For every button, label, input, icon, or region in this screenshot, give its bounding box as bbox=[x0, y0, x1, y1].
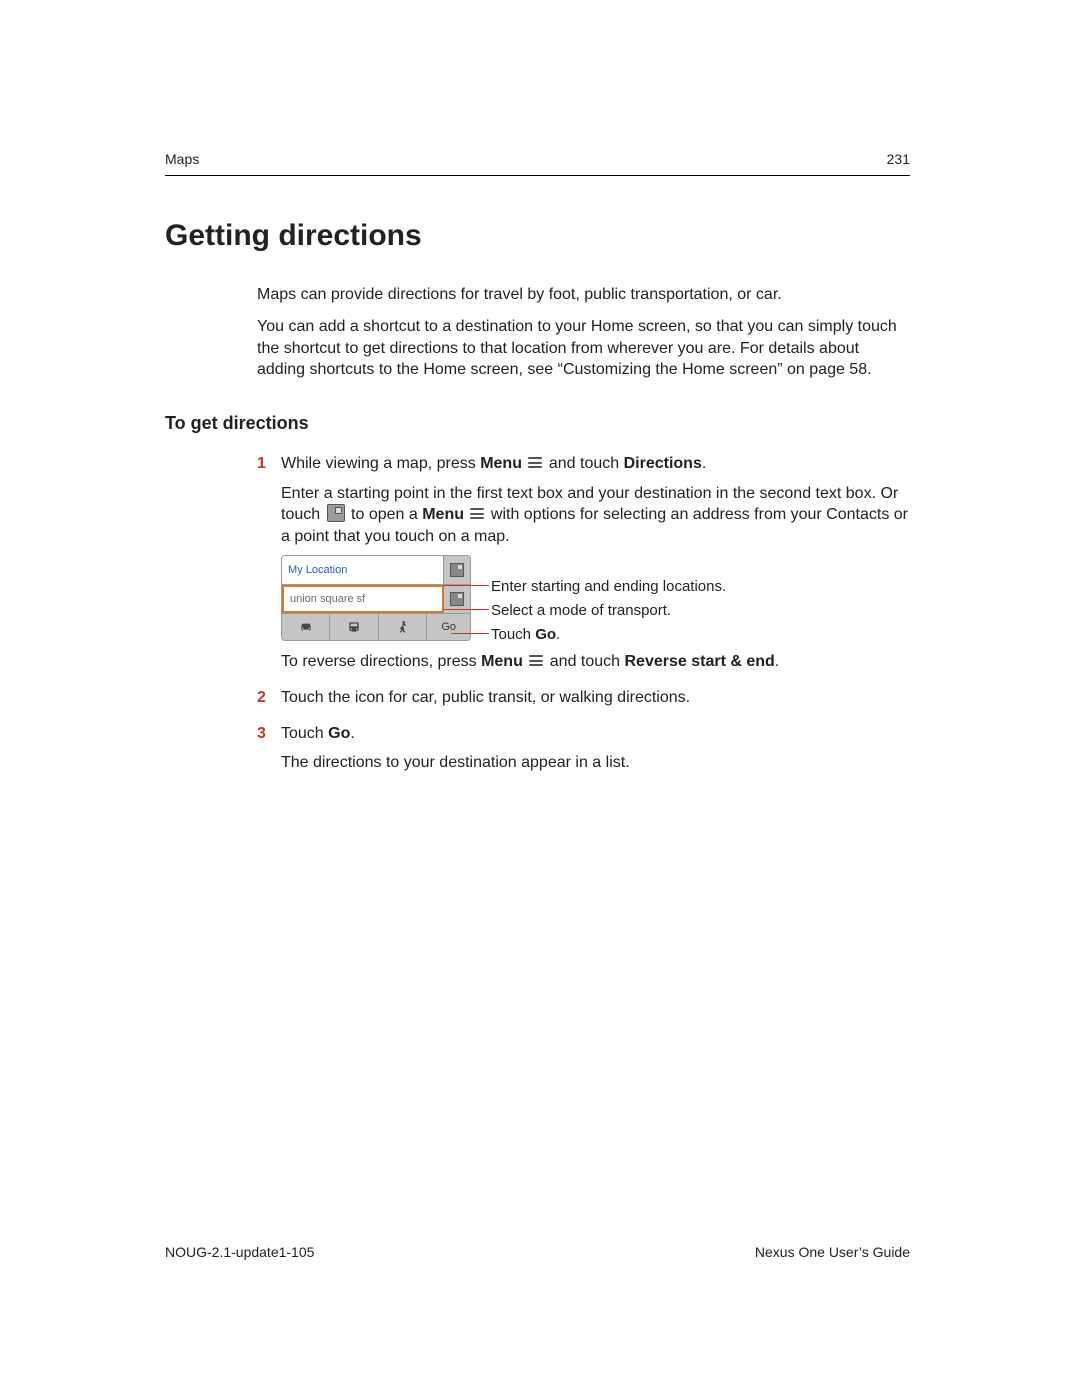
section-subtitle: To get directions bbox=[165, 411, 910, 435]
step-text: Touch the icon for car, public transit, … bbox=[281, 687, 910, 709]
text-run: While viewing a map, press bbox=[281, 455, 480, 472]
page-footer: NOUG-2.1-update1-105 Nexus One User’s Gu… bbox=[165, 1243, 910, 1262]
step-text: To reverse directions, press Menu and to… bbox=[281, 651, 910, 673]
callout-text: Enter starting and ending locations. bbox=[491, 577, 726, 597]
text-run: . bbox=[702, 455, 706, 472]
text-run: and touch bbox=[549, 455, 624, 472]
bold-run: Go bbox=[328, 725, 350, 742]
pick-start-button bbox=[444, 556, 470, 584]
walk-mode-button bbox=[379, 614, 427, 640]
end-location-row: union square sf bbox=[282, 585, 470, 614]
callout-line bbox=[443, 585, 489, 586]
start-location-row: My Location bbox=[282, 556, 470, 585]
contacts-icon bbox=[450, 563, 464, 577]
callout-text: Touch Go. bbox=[491, 625, 560, 645]
start-location-field: My Location bbox=[282, 556, 444, 584]
step-text: The directions to your destination appea… bbox=[281, 752, 910, 774]
callout-line bbox=[443, 609, 489, 610]
text-run: . bbox=[350, 725, 354, 742]
step-text: Touch Go. bbox=[281, 723, 910, 745]
step-item: 3 Touch Go. The directions to your desti… bbox=[257, 723, 910, 782]
footer-doc-id: NOUG-2.1-update1-105 bbox=[165, 1243, 314, 1262]
menu-icon bbox=[528, 457, 542, 469]
bold-run: Menu bbox=[422, 506, 464, 523]
steps-list: 1 While viewing a map, press Menu and to… bbox=[257, 453, 910, 782]
step-item: 2 Touch the icon for car, public transit… bbox=[257, 687, 910, 717]
text-run: and touch bbox=[550, 653, 625, 670]
step-text: Enter a starting point in the first text… bbox=[281, 483, 910, 548]
intro-paragraph: Maps can provide directions for travel b… bbox=[257, 284, 910, 306]
bold-run: Go bbox=[535, 626, 556, 643]
contacts-icon bbox=[327, 504, 345, 522]
page-title: Getting directions bbox=[165, 216, 910, 257]
running-header-section: Maps bbox=[165, 150, 199, 169]
go-button: Go bbox=[427, 614, 470, 640]
intro-paragraph: You can add a shortcut to a destination … bbox=[257, 316, 910, 381]
footer-doc-title: Nexus One User’s Guide bbox=[755, 1243, 910, 1262]
callout-line bbox=[451, 633, 489, 634]
bold-run: Reverse start & end bbox=[625, 653, 775, 670]
step-item: 1 While viewing a map, press Menu and to… bbox=[257, 453, 910, 681]
step-body: Touch Go. The directions to your destina… bbox=[281, 723, 910, 782]
car-mode-button bbox=[282, 614, 330, 640]
callout-text: Select a mode of transport. bbox=[491, 601, 671, 621]
step-body: Touch the icon for car, public transit, … bbox=[281, 687, 910, 717]
step-body: While viewing a map, press Menu and touc… bbox=[281, 453, 910, 681]
step-number: 2 bbox=[257, 687, 281, 717]
transit-mode-button bbox=[330, 614, 378, 640]
text-run: . bbox=[556, 626, 560, 643]
text-run: to open a bbox=[347, 506, 423, 523]
transport-mode-row: Go bbox=[282, 614, 470, 640]
walk-icon bbox=[395, 619, 411, 635]
text-run: Touch bbox=[491, 626, 535, 643]
car-icon bbox=[298, 619, 314, 635]
bold-run: Menu bbox=[480, 455, 522, 472]
step-number: 1 bbox=[257, 453, 281, 681]
text-run: . bbox=[775, 653, 779, 670]
menu-icon bbox=[529, 655, 543, 667]
directions-panel-screenshot: My Location union square sf bbox=[281, 555, 471, 641]
bold-run: Menu bbox=[481, 653, 523, 670]
contacts-icon bbox=[450, 592, 464, 606]
bus-icon bbox=[346, 619, 362, 635]
running-header-page-number: 231 bbox=[887, 150, 910, 169]
document-page: Maps 231 Getting directions Maps can pro… bbox=[0, 0, 1080, 1397]
bold-run: Directions bbox=[624, 455, 702, 472]
step-number: 3 bbox=[257, 723, 281, 782]
end-location-field: union square sf bbox=[282, 585, 444, 613]
figure: My Location union square sf bbox=[281, 555, 910, 641]
text-run: Touch bbox=[281, 725, 328, 742]
step-text: While viewing a map, press Menu and touc… bbox=[281, 453, 910, 475]
menu-icon bbox=[470, 508, 484, 520]
text-run: To reverse directions, press bbox=[281, 653, 481, 670]
running-header: Maps 231 bbox=[165, 150, 910, 176]
intro-block: Maps can provide directions for travel b… bbox=[257, 284, 910, 380]
